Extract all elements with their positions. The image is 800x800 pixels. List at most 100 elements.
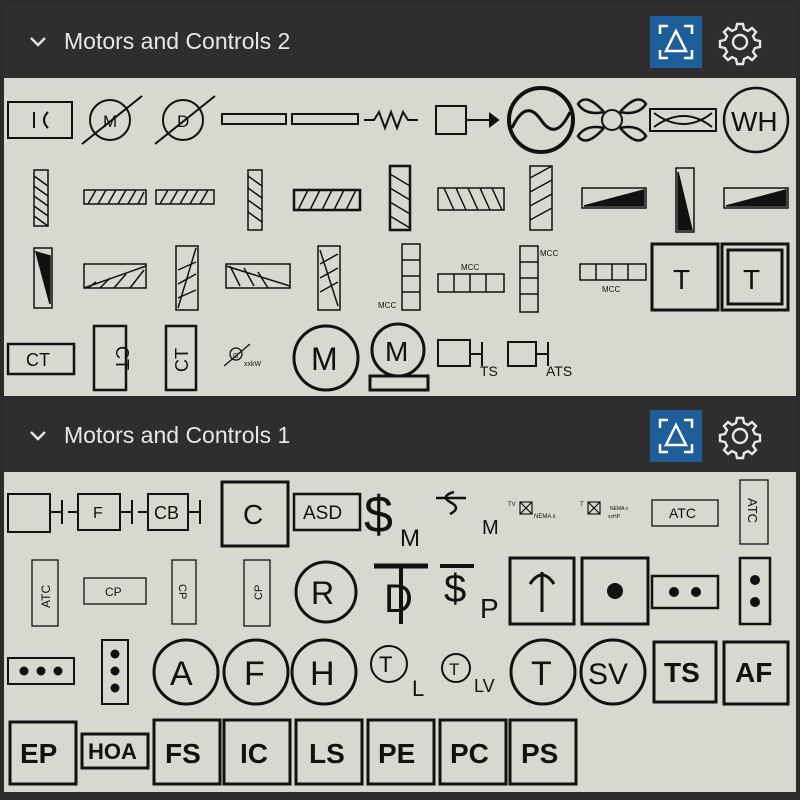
motor-label: M bbox=[103, 112, 117, 131]
symbol-pc-box[interactable]: PC bbox=[438, 718, 508, 786]
symbol-t-arrow-box[interactable] bbox=[508, 556, 576, 626]
symbol-damper[interactable]: D bbox=[154, 95, 216, 145]
symbol-mcc-horizontal-2[interactable]: MCC bbox=[579, 263, 647, 294]
symbol-f-circle[interactable]: F bbox=[222, 638, 290, 706]
symbol-mcc-vertical-1[interactable]: MCC bbox=[378, 243, 421, 311]
symbol-motor-circle[interactable]: M bbox=[292, 324, 360, 392]
s-label: $ bbox=[364, 486, 393, 544]
atc-label: ATC bbox=[39, 585, 53, 608]
cb-label: CB bbox=[154, 503, 179, 523]
symbol-switch-motor[interactable]: $ M bbox=[364, 486, 420, 552]
m-label: M bbox=[385, 336, 408, 367]
gear-icon[interactable] bbox=[716, 18, 764, 66]
symbol-h-circle[interactable]: H bbox=[290, 638, 358, 706]
symbol-generator[interactable]: G xxkW bbox=[223, 343, 262, 368]
symbol-grid-motors-controls-2: M D WH MCC MCC MCC MCC T T CT CT CT G xx… bbox=[4, 78, 796, 396]
c-label: C bbox=[243, 499, 263, 530]
symbol-water-heater[interactable]: WH bbox=[722, 86, 790, 154]
symbol-cp-horizontal[interactable]: CP bbox=[83, 577, 147, 605]
symbol-t-l[interactable]: T L bbox=[370, 645, 424, 701]
symbol-fs-box[interactable]: FS bbox=[152, 718, 222, 786]
d-label: D bbox=[384, 577, 413, 621]
symbol-row-dampers-2[interactable] bbox=[33, 245, 341, 311]
symbol-ct-vertical-1[interactable]: CT bbox=[92, 324, 132, 392]
ep-label: EP bbox=[20, 738, 57, 769]
symbol-switch-motor-2[interactable]: M bbox=[436, 490, 499, 539]
symbol-dot-box[interactable] bbox=[580, 556, 650, 626]
r-label: R bbox=[311, 575, 334, 611]
symbol-pump[interactable] bbox=[507, 86, 575, 154]
atc-label: ATC bbox=[745, 498, 760, 523]
symbol-disconnect[interactable] bbox=[7, 101, 73, 139]
symbol-three-dot-vertical[interactable] bbox=[101, 639, 129, 705]
symbol-thermostat-box[interactable]: T bbox=[650, 242, 720, 312]
nema-label: NEMA x bbox=[534, 514, 556, 520]
symbol-row-dampers-1[interactable] bbox=[33, 164, 789, 233]
symbol-ic-box[interactable]: IC bbox=[222, 718, 292, 786]
symbol-hoa-box[interactable]: HOA bbox=[80, 732, 150, 770]
symbol-fan[interactable] bbox=[576, 98, 648, 142]
symbol-t-circle[interactable]: T bbox=[509, 638, 577, 706]
symbol-motor[interactable]: M bbox=[81, 95, 143, 145]
symbol-ts-box[interactable]: TS bbox=[652, 640, 718, 704]
chevron-down-icon[interactable] bbox=[26, 30, 50, 54]
symbol-ct-vertical-2[interactable]: CT bbox=[164, 324, 198, 392]
expand-button[interactable] bbox=[650, 16, 702, 68]
symbol-bar-1[interactable] bbox=[221, 113, 287, 125]
symbol-two-dot-vertical[interactable] bbox=[738, 556, 772, 626]
damper-label: D bbox=[177, 112, 189, 131]
symbol-ct-horizontal[interactable]: CT bbox=[6, 342, 76, 376]
symbol-cp-vertical-1[interactable]: CP bbox=[171, 559, 197, 625]
gear-icon[interactable] bbox=[716, 412, 764, 460]
symbol-three-dot-box[interactable] bbox=[7, 657, 75, 685]
symbol-switch-nema-hp[interactable]: T NEMA x xxHP bbox=[580, 501, 629, 520]
t-label: T bbox=[379, 652, 392, 677]
symbol-contactor[interactable]: C bbox=[220, 480, 290, 548]
ct-label: CT bbox=[172, 348, 192, 372]
symbol-cp-vertical-2[interactable]: CP bbox=[243, 559, 271, 627]
symbol-sv-circle[interactable]: SV bbox=[579, 638, 647, 706]
symbol-switch-nema[interactable]: TV NEMA x bbox=[508, 501, 556, 520]
symbol-transfer-switch[interactable]: TS bbox=[437, 339, 498, 379]
symbol-atc-vertical[interactable]: ATC bbox=[739, 479, 769, 545]
ts-label: TS bbox=[664, 657, 700, 688]
symbol-af-box[interactable]: AF bbox=[722, 640, 790, 706]
symbol-motor-base[interactable]: M bbox=[368, 322, 430, 392]
nema-label: NEMA x bbox=[610, 506, 629, 512]
symbol-starter[interactable] bbox=[7, 493, 63, 533]
symbol-p-switch[interactable]: $ P bbox=[440, 564, 499, 624]
symbol-resistor[interactable] bbox=[364, 109, 418, 131]
symbol-asd[interactable]: ASD bbox=[292, 492, 362, 532]
chevron-down-icon[interactable] bbox=[26, 424, 50, 448]
t-label: T bbox=[449, 660, 459, 679]
symbol-two-dot-box[interactable] bbox=[650, 574, 720, 610]
symbol-atc-vertical-2[interactable]: ATC bbox=[31, 559, 59, 627]
symbol-actuator[interactable] bbox=[435, 105, 500, 135]
symbol-fused[interactable]: F bbox=[68, 493, 133, 531]
symbol-auto-transfer-switch[interactable]: ATS bbox=[507, 341, 572, 379]
symbol-t-lv[interactable]: T LV bbox=[441, 653, 495, 696]
symbol-d-thermostat[interactable]: D bbox=[374, 563, 428, 624]
symbol-canvas: M D WH MCC MCC MCC MCC T T CT CT CT G xx… bbox=[6, 86, 790, 392]
m-label: M bbox=[311, 341, 338, 377]
symbol-a-circle[interactable]: A bbox=[152, 638, 220, 706]
symbol-circuit-breaker[interactable]: CB bbox=[138, 493, 201, 531]
g-label: G bbox=[233, 353, 238, 360]
symbol-mcc-horizontal-1[interactable]: MCC bbox=[437, 263, 505, 293]
m-sub-label: M bbox=[400, 525, 420, 552]
symbol-thermostat-double-box[interactable]: T bbox=[720, 242, 790, 312]
symbol-ls-box[interactable]: LS bbox=[294, 718, 364, 786]
symbol-pe-box[interactable]: PE bbox=[366, 718, 436, 786]
symbol-mcc-vertical-2[interactable]: MCC bbox=[519, 245, 558, 313]
panel-header-motors-controls-2[interactable]: Motors and Controls 2 bbox=[4, 4, 796, 78]
ic-label: IC bbox=[240, 738, 268, 769]
symbol-r-circle[interactable]: R bbox=[294, 560, 358, 624]
symbol-atc-horizontal[interactable]: ATC bbox=[651, 499, 719, 527]
panel-header-motors-controls-1[interactable]: Motors and Controls 1 bbox=[4, 398, 796, 472]
expand-button[interactable] bbox=[650, 410, 702, 462]
cp-label: CP bbox=[253, 585, 265, 600]
symbol-bar-2[interactable] bbox=[291, 113, 359, 125]
symbol-ps-box[interactable]: PS bbox=[508, 718, 578, 786]
symbol-ep-box[interactable]: EP bbox=[8, 720, 78, 786]
symbol-flow[interactable] bbox=[649, 108, 717, 132]
